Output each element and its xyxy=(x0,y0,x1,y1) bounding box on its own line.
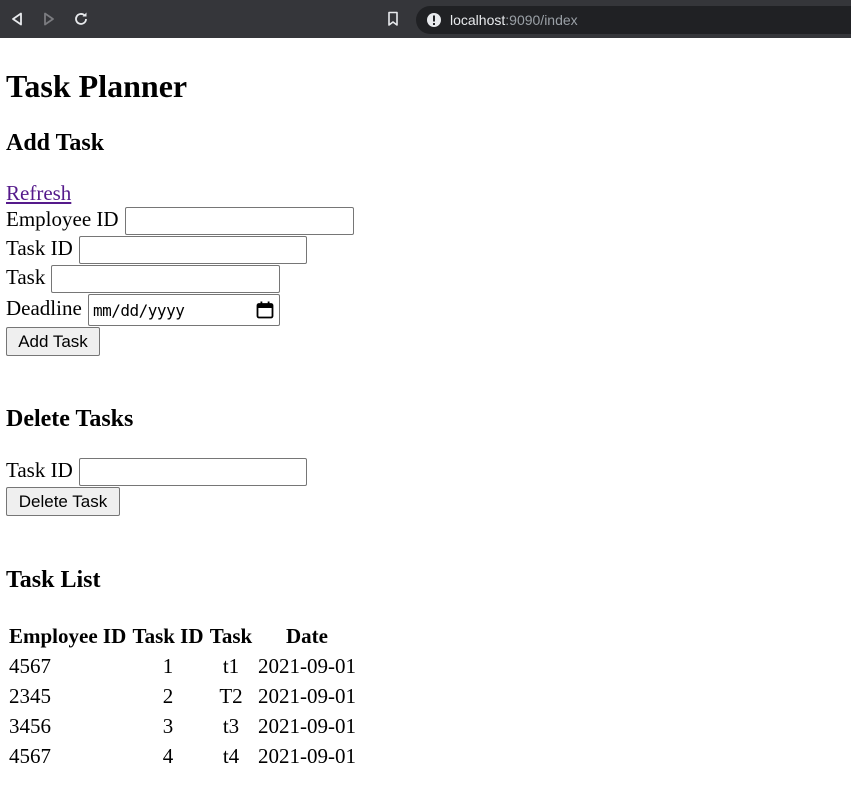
cell-date: 2021-09-01 xyxy=(258,684,356,708)
forward-arrow-icon xyxy=(44,12,54,26)
table-row: 4567 4 t4 2021-09-01 xyxy=(8,742,358,770)
delete-task-id-input[interactable] xyxy=(79,458,307,486)
browser-toolbar: localhost:9090/index xyxy=(0,0,851,38)
deadline-date-input[interactable]: mm/dd/yyyy xyxy=(88,294,280,326)
cell-task: t4 xyxy=(222,744,240,768)
url-host: localhost xyxy=(450,12,506,28)
task-list-heading: Task List xyxy=(6,567,101,593)
table-row: 4567 1 t1 2021-09-01 xyxy=(8,652,358,680)
cell-date: 2021-09-01 xyxy=(258,744,356,768)
column-header-task-id: Task ID xyxy=(132,624,204,648)
table-row: 2345 2 T2 2021-09-01 xyxy=(8,682,358,710)
task-id-input[interactable] xyxy=(79,236,307,264)
cell-task: t3 xyxy=(222,714,240,738)
cell-task: t1 xyxy=(222,654,240,678)
bookmark-button[interactable] xyxy=(383,9,403,29)
cell-employee-id: 4567 xyxy=(9,654,51,678)
task-id-label: Task ID xyxy=(6,236,73,260)
bookmark-icon xyxy=(388,11,398,26)
cell-task: T2 xyxy=(219,684,243,708)
delete-tasks-heading: Delete Tasks xyxy=(6,406,134,432)
cell-date: 2021-09-01 xyxy=(258,654,356,678)
url-text: localhost:9090/index xyxy=(450,12,578,28)
employee-id-input[interactable] xyxy=(125,207,354,235)
deadline-placeholder: mm/dd/yyyy xyxy=(93,300,185,320)
reload-button[interactable] xyxy=(71,9,91,29)
url-path: :9090/index xyxy=(505,12,578,28)
column-header-task: Task xyxy=(209,624,253,648)
add-task-heading: Add Task xyxy=(6,130,105,156)
column-header-employee-id: Employee ID xyxy=(9,624,127,648)
cell-task-id: 4 xyxy=(162,744,174,768)
page-title: Task Planner xyxy=(6,68,188,104)
deadline-label: Deadline xyxy=(6,296,82,320)
cell-task-id: 3 xyxy=(162,714,174,738)
delete-task-button[interactable]: Delete Task xyxy=(6,487,120,516)
refresh-link[interactable]: Refresh xyxy=(6,181,71,205)
cell-employee-id: 3456 xyxy=(9,714,51,738)
cell-employee-id: 4567 xyxy=(9,744,51,768)
back-button[interactable] xyxy=(7,9,27,29)
forward-button[interactable] xyxy=(39,9,59,29)
cell-date: 2021-09-01 xyxy=(258,714,356,738)
task-label: Task xyxy=(6,265,46,289)
column-header-date: Date xyxy=(286,624,328,648)
delete-task-id-label: Task ID xyxy=(6,458,73,482)
task-table: Employee ID Task ID Task Date 4567 1 t1 … xyxy=(6,620,360,772)
reload-icon xyxy=(75,12,87,25)
calendar-icon[interactable] xyxy=(256,301,274,319)
back-arrow-icon xyxy=(12,12,22,26)
table-row: 3456 3 t3 2021-09-01 xyxy=(8,712,358,740)
cell-employee-id: 2345 xyxy=(9,684,51,708)
task-input[interactable] xyxy=(51,265,280,293)
table-header-row: Employee ID Task ID Task Date xyxy=(8,622,358,650)
info-icon[interactable] xyxy=(426,12,442,28)
add-task-button[interactable]: Add Task xyxy=(6,327,100,356)
cell-task-id: 2 xyxy=(162,684,174,708)
cell-task-id: 1 xyxy=(162,654,174,678)
employee-id-label: Employee ID xyxy=(6,207,119,231)
address-bar[interactable]: localhost:9090/index xyxy=(416,6,851,34)
